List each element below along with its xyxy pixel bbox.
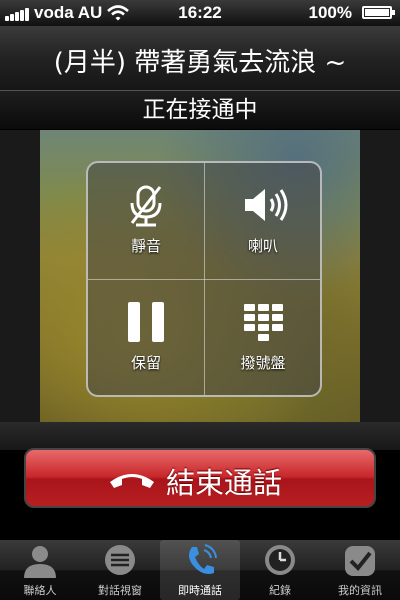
tab-label: 聯絡人 [23, 584, 57, 597]
checkmark-badge-icon [345, 546, 375, 576]
tab-chats[interactable]: 對話視窗 [80, 540, 160, 600]
chat-icon [105, 545, 135, 575]
tab-label: 對話視窗 [98, 584, 142, 597]
keypad-icon [244, 304, 283, 341]
phone-hangup-icon [110, 474, 154, 488]
call-status: 正在接通中 [0, 91, 400, 129]
hold-button[interactable]: 保留 [88, 280, 204, 395]
tab-bar: 聯絡人 對話視窗 即時通話 紀錄 我的資訊 [0, 540, 400, 600]
tab-history[interactable]: 紀錄 [240, 540, 320, 600]
phone-call-icon [189, 544, 217, 574]
pause-icon [128, 302, 164, 342]
person-icon [24, 546, 56, 578]
tab-live-call[interactable]: 即時通話 [160, 540, 240, 600]
hold-label: 保留 [130, 354, 161, 372]
keypad-button[interactable]: 撥號盤 [205, 280, 320, 395]
call-header: (月半) 帶著勇氣去流浪 ~ [0, 26, 400, 91]
call-controls-panel: 靜音 喇叭 保留 撥號盤 [86, 161, 322, 397]
mute-button[interactable]: 靜音 [88, 163, 204, 279]
status-bar: voda AU 16:22 100% [0, 0, 400, 26]
speaker-button[interactable]: 喇叭 [205, 163, 320, 279]
end-call-label: 結束通話 [166, 466, 283, 500]
tab-label: 我的資訊 [338, 584, 382, 597]
tab-label: 紀錄 [269, 584, 291, 597]
battery-icon [362, 6, 395, 19]
photo-frame-bottom [0, 422, 400, 450]
mute-icon [130, 185, 162, 227]
end-call-button[interactable]: 結束通話 [24, 448, 376, 508]
keypad-label: 撥號盤 [240, 354, 286, 372]
speaker-label: 喇叭 [247, 237, 278, 255]
photo-frame-right [360, 130, 400, 422]
caller-name: (月半) 帶著勇氣去流浪 ~ [53, 48, 347, 78]
mute-label: 靜音 [130, 237, 161, 255]
tab-label: 即時通話 [178, 584, 222, 597]
clock-icon [265, 545, 295, 575]
tab-my-info[interactable]: 我的資訊 [320, 540, 400, 600]
speaker-icon [245, 189, 288, 221]
photo-frame-left [0, 130, 40, 422]
battery-percent: 100% [308, 3, 352, 22]
tab-contacts[interactable]: 聯絡人 [0, 540, 80, 600]
